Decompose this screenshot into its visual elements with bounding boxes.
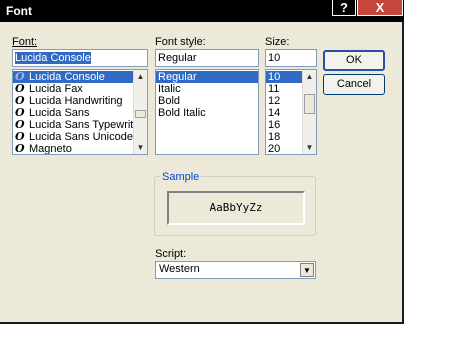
list-item[interactable]: O Lucida Fax <box>13 83 133 96</box>
sample-preview: AaBbYyZz <box>167 191 305 225</box>
font-list-scrollbar[interactable]: ▲ ▼ <box>133 70 147 154</box>
list-item-label: Italic <box>158 83 181 95</box>
style-label-text: Font style: <box>155 36 206 48</box>
script-value: Western <box>159 263 200 275</box>
style-label: Font style: <box>155 36 206 48</box>
list-item[interactable]: Italic <box>156 83 258 95</box>
scroll-down-icon[interactable]: ▼ <box>304 142 315 153</box>
script-label-text: Script: <box>155 248 187 260</box>
list-item-label: Lucida Sans Typewrite <box>29 119 140 131</box>
dialog-title: Font <box>6 4 32 18</box>
sample-label: Sample <box>160 171 202 183</box>
list-item-label: Lucida Fax <box>29 83 83 95</box>
size-label-text: Size: <box>265 36 290 48</box>
script-select[interactable]: Western ▼ <box>155 261 316 279</box>
list-item-label: 11 <box>268 83 280 95</box>
cancel-button[interactable]: Cancel <box>323 74 385 95</box>
list-item-label: 18 <box>268 131 281 143</box>
list-item[interactable]: Bold <box>156 95 258 107</box>
font-label: Font: <box>12 36 37 48</box>
list-item-label: Lucida Sans Unicode <box>29 131 133 143</box>
opentype-font-icon: O <box>15 142 25 155</box>
scroll-up-icon[interactable]: ▲ <box>304 71 315 82</box>
ok-button[interactable]: OK <box>323 50 385 71</box>
list-item-label: Bold <box>158 95 181 107</box>
font-input[interactable]: Lucida Console <box>12 49 148 67</box>
size-input[interactable]: 10 <box>265 49 317 67</box>
list-item-label: Magneto <box>29 143 72 155</box>
close-button[interactable]: X <box>357 0 403 16</box>
font-list[interactable]: O Lucida Console O Lucida Fax O Lucida Handwr… <box>12 69 148 155</box>
title-bar[interactable]: Font ? X <box>0 0 404 22</box>
size-list[interactable]: 10 11 12 14 16 18 20 ▲ ▼ <box>265 69 317 155</box>
list-item-label: Lucida Handwriting <box>29 95 123 107</box>
list-item[interactable]: 10 <box>266 71 302 83</box>
list-item-label: 14 <box>268 107 281 119</box>
style-list[interactable]: Regular Italic Bold Bold Italic <box>155 69 259 155</box>
chevron-down-icon[interactable]: ▼ <box>300 263 314 277</box>
list-item[interactable]: O Lucida Sans Typewrite <box>13 119 139 132</box>
scroll-thumb[interactable] <box>135 110 146 118</box>
size-label: Size: <box>265 36 289 48</box>
close-icon: X <box>375 0 385 15</box>
style-input-value: Regular <box>158 52 197 64</box>
list-item[interactable]: 18 <box>266 131 302 143</box>
list-item-label: 12 <box>268 95 281 107</box>
script-label: Script: <box>155 248 186 260</box>
help-button[interactable]: ? <box>332 0 356 16</box>
list-item[interactable]: 12 <box>266 95 302 107</box>
list-item[interactable]: Bold Italic <box>156 107 258 119</box>
size-list-scrollbar[interactable]: ▲ ▼ <box>302 70 316 154</box>
style-input[interactable]: Regular <box>155 49 259 67</box>
list-item[interactable]: 11 <box>266 83 302 95</box>
list-item[interactable]: O Lucida Sans Unicode <box>13 131 133 144</box>
list-item-label: Bold Italic <box>158 107 206 119</box>
scroll-thumb[interactable] <box>304 94 315 114</box>
list-item[interactable]: O Magneto <box>13 143 133 155</box>
list-item-label: 20 <box>268 143 281 155</box>
list-item-label: 16 <box>268 119 281 131</box>
list-item[interactable]: 20 <box>266 143 302 155</box>
font-dialog: Font ? X Font: Lucida Console O Lucida Co… <box>0 0 404 324</box>
list-item-label: Regular <box>158 71 197 83</box>
size-input-value: 10 <box>268 52 281 64</box>
list-item[interactable]: O Lucida Handwriting <box>13 95 133 108</box>
list-item-label: Lucida Console <box>29 71 105 83</box>
scroll-up-icon[interactable]: ▲ <box>135 71 146 82</box>
list-item[interactable]: O Lucida Console <box>13 71 133 83</box>
list-item[interactable]: 14 <box>266 107 302 119</box>
font-input-value: Lucida Console <box>15 52 91 64</box>
font-label-text: Font: <box>12 36 38 48</box>
list-item-label: 10 <box>268 71 281 83</box>
list-item[interactable]: Regular <box>156 71 258 83</box>
scroll-down-icon[interactable]: ▼ <box>135 142 146 153</box>
list-item[interactable]: 16 <box>266 119 302 131</box>
list-item[interactable]: O Lucida Sans <box>13 107 133 120</box>
list-item-label: Lucida Sans <box>29 107 90 119</box>
